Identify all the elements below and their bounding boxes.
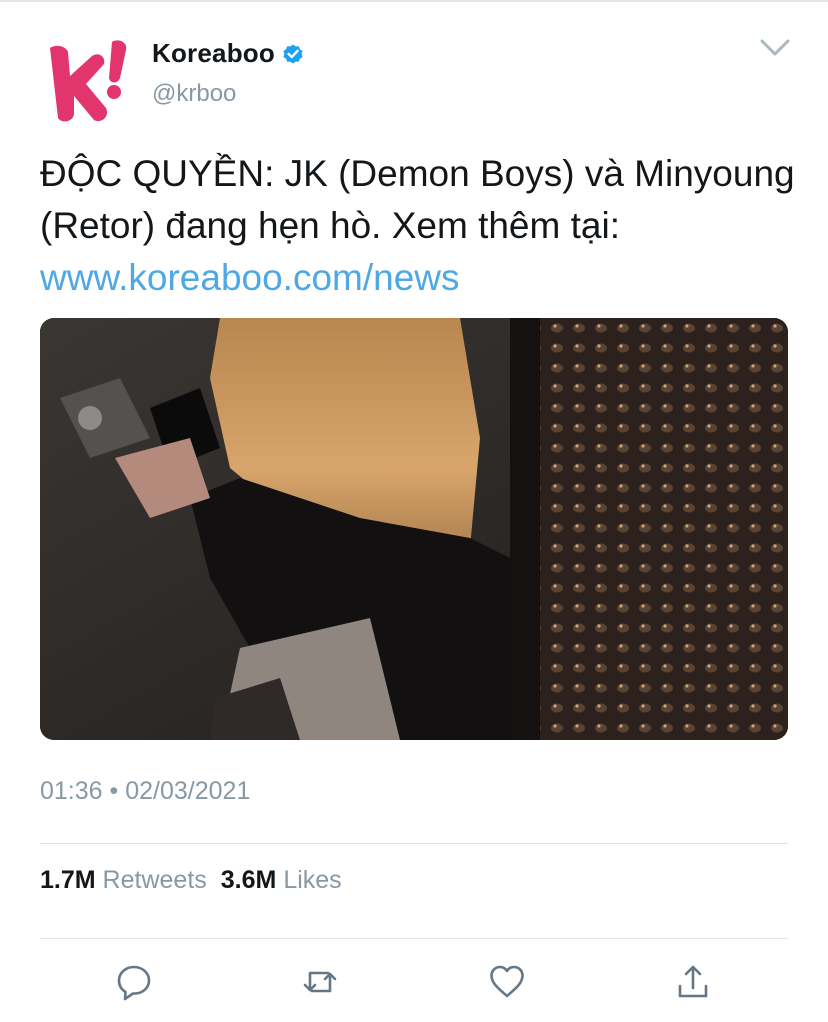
divider: [40, 938, 788, 939]
tweet-time: 01:36: [40, 777, 103, 805]
likes-count: 3.6M: [220, 866, 277, 894]
divider: [40, 843, 788, 844]
retweets-label: Retweets: [102, 866, 207, 894]
retweet-button[interactable]: [300, 962, 340, 1002]
share-icon: [678, 965, 708, 998]
engagement-stats: 1.7M Retweets 3.6M Likes: [40, 866, 342, 895]
more-options-chevron-icon[interactable]: [758, 36, 792, 60]
timestamp-separator: •: [109, 777, 119, 805]
tweet-link[interactable]: www.koreaboo.com/news: [40, 257, 460, 298]
reply-button[interactable]: [114, 962, 154, 1002]
likes-stat[interactable]: 3.6M Likes: [221, 866, 342, 894]
share-button[interactable]: [673, 962, 713, 1002]
verified-badge-icon: [281, 42, 305, 66]
photo-content: [40, 318, 788, 740]
tweet-timestamp[interactable]: 01:36 • 02/03/2021: [40, 777, 250, 806]
retweets-count: 1.7M: [40, 866, 96, 894]
display-name[interactable]: Koreaboo: [152, 38, 275, 69]
koreaboo-logo-icon: [50, 40, 127, 122]
likes-label: Likes: [283, 866, 342, 894]
heart-icon: [490, 965, 524, 998]
reply-icon: [117, 965, 151, 1001]
author-handle[interactable]: @krboo: [152, 80, 236, 108]
tweet-date: 02/03/2021: [125, 777, 251, 805]
avatar[interactable]: [40, 34, 136, 130]
retweets-stat[interactable]: 1.7M Retweets: [40, 866, 207, 894]
tweet-text: ĐỘC QUYỀN: JK (Demon Boys) và Minyoung (…: [40, 148, 800, 304]
top-divider: [0, 0, 828, 2]
like-button[interactable]: [487, 962, 527, 1002]
tweet-body: ĐỘC QUYỀN: JK (Demon Boys) và Minyoung (…: [40, 153, 795, 246]
author-name-row[interactable]: Koreaboo: [152, 38, 305, 69]
tweet-photo[interactable]: [40, 318, 788, 740]
retweet-icon: [303, 971, 337, 993]
